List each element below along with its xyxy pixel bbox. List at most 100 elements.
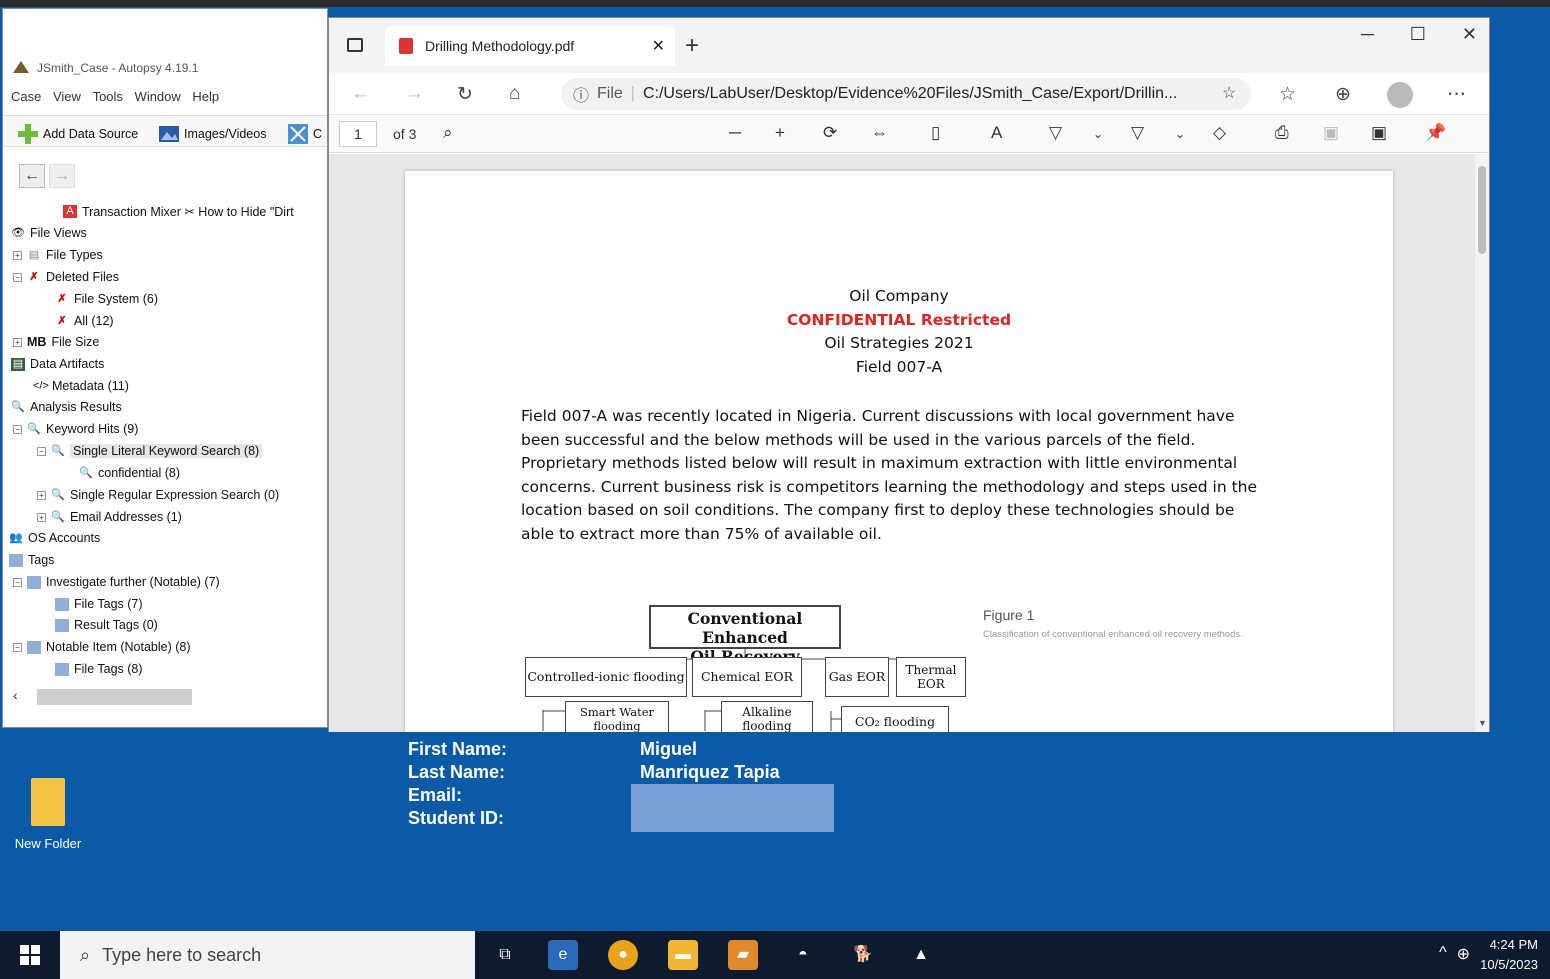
find-icon[interactable]: ⌕ (443, 123, 453, 143)
desktop-new-folder[interactable]: New Folder (8, 778, 88, 851)
menu-window[interactable]: Window (135, 89, 181, 104)
tree-item-investigate[interactable]: − Investigate further (Notable) (7) (13, 572, 220, 592)
back-arrow-icon[interactable]: ← (19, 164, 45, 188)
photos-taskbar-icon[interactable]: ▲ (906, 940, 936, 970)
scroll-thumb[interactable] (1478, 166, 1486, 254)
highlight-icon[interactable]: ▽ (1131, 123, 1144, 143)
close-window-icon[interactable]: ✕ (1462, 24, 1477, 45)
expand-icon[interactable]: + (13, 337, 22, 347)
add-favorite-icon[interactable]: ☆ (1222, 83, 1236, 103)
add-data-source-button[interactable]: Add Data Source (17, 123, 138, 145)
collapse-icon[interactable]: − (13, 642, 22, 652)
page-view-icon[interactable]: ▯ (931, 123, 940, 143)
file-explorer-icon[interactable]: ▬ (668, 940, 698, 970)
expand-icon[interactable]: + (37, 490, 46, 500)
print-icon[interactable]: ⎙ (1275, 123, 1289, 143)
expand-icon[interactable]: + (37, 512, 46, 522)
tree-item-file-tags-7[interactable]: File Tags (7) (55, 594, 143, 614)
read-aloud-icon[interactable]: A (991, 123, 1002, 143)
tree-item-os-accounts[interactable]: 👥 OS Accounts (9, 528, 100, 548)
tree-item-email-addresses[interactable]: + 🔍 Email Addresses (1) (37, 507, 182, 527)
communications-button[interactable]: C (287, 123, 322, 145)
tree-item-transaction[interactable]: A Transaction Mixer ✂ How to Hide "Dirt (63, 201, 294, 221)
menu-tools[interactable]: Tools (93, 89, 123, 104)
task-view-icon[interactable]: ⧉ (490, 940, 520, 970)
close-tab-icon[interactable]: ✕ (652, 36, 665, 56)
pdf-viewer[interactable]: Oil Company CONFIDENTIAL Restricted Oil … (329, 154, 1477, 732)
autopsy-taskbar-icon[interactable]: 🐕 (848, 940, 878, 970)
history-nav: ← → (19, 164, 75, 188)
chrome-taskbar-icon[interactable]: ● (608, 940, 638, 970)
scroll-left-icon[interactable]: ‹ (13, 687, 18, 703)
tree-item-all[interactable]: ✗ All (12) (55, 311, 113, 331)
tree-item-single-literal[interactable]: − 🔍 Single Literal Keyword Search (8) (37, 441, 263, 461)
images-videos-button[interactable]: Images/Videos (158, 123, 266, 145)
tree-item-notable-item[interactable]: − Notable Item (Notable) (8) (13, 637, 191, 657)
figure-caption: Classification of conventional enhanced … (983, 629, 1243, 640)
back-icon[interactable]: ← (351, 83, 370, 105)
tree-item-keyword-hits[interactable]: − 🔍 Keyword Hits (9) (13, 419, 138, 439)
menu-case[interactable]: Case (11, 89, 41, 104)
network-icon[interactable]: ⊕ (1457, 944, 1470, 964)
chevron-up-icon[interactable]: ^ (1439, 944, 1447, 964)
tree-item-confidential[interactable]: 🔍 confidential (8) (79, 463, 180, 483)
clock[interactable]: 4:24 PM 10/5/2023 (1480, 935, 1538, 975)
new-tab-icon[interactable]: + (685, 32, 699, 60)
tab-drilling-methodology[interactable]: Drilling Methodology.pdf ✕ (385, 26, 675, 66)
tree-item-analysis-results[interactable]: 🔍 Analysis Results (11, 397, 122, 417)
highlight-options-icon[interactable]: ⌄ (1175, 127, 1185, 141)
forward-arrow-icon[interactable]: → (49, 164, 75, 188)
horizontal-scrollbar[interactable] (37, 689, 192, 705)
pin-icon[interactable]: 📌 (1425, 123, 1446, 143)
refresh-icon[interactable]: ↻ (457, 83, 473, 106)
expand-icon[interactable]: + (13, 250, 22, 260)
menu-help[interactable]: Help (192, 89, 219, 104)
tree-item-file-size[interactable]: + MB File Size (13, 332, 99, 352)
collapse-icon[interactable]: − (37, 446, 46, 456)
accounts-icon: 👥 (9, 531, 23, 544)
tree-item-data-artifacts[interactable]: ▤ Data Artifacts (11, 354, 104, 374)
maximize-icon[interactable]: ☐ (1410, 24, 1426, 45)
favorites-icon[interactable]: ☆ (1279, 83, 1296, 106)
url-field[interactable]: ⓘ File | C:/Users/LabUser/Desktop/Eviden… (561, 78, 1251, 110)
tree-item-deleted-files[interactable]: − ✗ Deleted Files (13, 267, 119, 287)
scroll-down-icon[interactable]: ▼ (1478, 718, 1487, 728)
draw-icon[interactable]: ▽ (1049, 123, 1062, 143)
forward-icon[interactable]: → (405, 83, 424, 105)
tree-item-single-regex[interactable]: + 🔍 Single Regular Expression Search (0) (37, 485, 279, 505)
app-gauge-icon[interactable]: ◓ (788, 940, 818, 970)
draw-options-icon[interactable]: ⌄ (1093, 127, 1103, 141)
zoom-in-icon[interactable]: + (775, 123, 785, 143)
save-icon[interactable]: ▣ (1323, 123, 1339, 143)
tree-item-result-tags[interactable]: Result Tags (0) (55, 615, 158, 635)
tree-item-file-views[interactable]: 👁 File Views (11, 223, 87, 243)
minimize-icon[interactable]: ─ (1361, 24, 1374, 45)
vertical-scrollbar[interactable]: ▼ (1475, 154, 1489, 732)
profile-avatar[interactable] (1387, 82, 1413, 108)
rotate-icon[interactable]: ⟳ (823, 123, 837, 143)
menu-view[interactable]: View (53, 89, 81, 104)
app-box-icon[interactable]: ▰ (728, 940, 758, 970)
tree-label: Tags (28, 553, 55, 567)
zoom-out-icon[interactable]: ─ (729, 123, 741, 143)
tree-item-file-tags-8[interactable]: File Tags (8) (55, 659, 143, 679)
windows-start-icon[interactable] (20, 945, 40, 965)
edge-taskbar-icon[interactable]: e (548, 940, 578, 970)
figure-thermal-box: Thermal EOR (896, 657, 966, 697)
tree-item-tags[interactable]: Tags (9, 550, 54, 570)
fit-width-icon[interactable]: ⇔ (871, 123, 888, 143)
collections-icon[interactable]: ⊕ (1335, 83, 1351, 106)
more-icon[interactable]: ⋯ (1447, 83, 1466, 106)
collapse-icon[interactable]: − (13, 424, 22, 434)
tree-item-file-system[interactable]: ✗ File System (6) (55, 289, 158, 309)
home-icon[interactable]: ⌂ (509, 83, 520, 105)
tab-actions-icon[interactable] (347, 38, 363, 52)
taskbar-search[interactable]: ⌕ Type here to search (60, 931, 475, 979)
page-number-input[interactable]: 1 (339, 121, 377, 147)
save-as-icon[interactable]: ▣ (1371, 123, 1387, 143)
tree-item-metadata[interactable]: </> Metadata (11) (33, 376, 129, 396)
collapse-icon[interactable]: − (13, 272, 22, 282)
collapse-icon[interactable]: − (13, 577, 22, 587)
erase-icon[interactable]: ◇ (1213, 123, 1226, 143)
tree-item-file-types[interactable]: + ▤ File Types (13, 245, 103, 265)
